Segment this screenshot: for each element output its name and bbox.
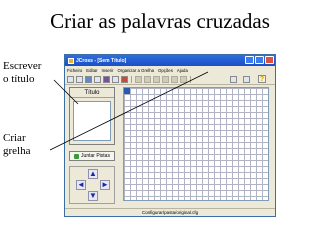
app-icon [68, 57, 74, 64]
help-icon[interactable]: ? [258, 75, 266, 83]
menu-bar: Ficheiro Editar Inserir Organizar a Grel… [65, 66, 275, 74]
menu-insert[interactable]: Inserir [102, 68, 114, 73]
web-page-icon[interactable] [103, 75, 110, 83]
annotation-line: grelha [3, 145, 31, 157]
arrow-left-button[interactable]: ◄ [76, 180, 86, 190]
annotation-write-title: Escrever o título [3, 60, 41, 86]
arrow-up-button[interactable]: ▲ [88, 169, 98, 179]
find-icon[interactable] [180, 75, 187, 83]
stop-icon[interactable] [121, 75, 128, 83]
new-file-icon[interactable] [67, 75, 74, 83]
save-icon[interactable] [85, 75, 92, 83]
window-titlebar: JCross - [Sem Título] [65, 55, 275, 66]
minimize-button[interactable] [245, 56, 254, 64]
annotation-create-grid: Criar grelha [3, 132, 30, 158]
grid-icon[interactable] [230, 75, 237, 83]
paste-icon[interactable] [171, 75, 178, 83]
toolbar-separator [190, 75, 191, 83]
config-icon[interactable] [243, 75, 250, 83]
toolbar: ? [65, 74, 275, 85]
crossword-grid[interactable] [123, 87, 269, 201]
join-clues-label: Juntar Pistas [81, 153, 110, 159]
title-box: Título [69, 87, 115, 145]
annotation-line: Criar [3, 132, 26, 144]
join-clues-button[interactable]: Juntar Pistas [69, 151, 115, 161]
cut-icon[interactable] [153, 75, 160, 83]
menu-options[interactable]: Opções [158, 68, 173, 73]
menu-help[interactable]: Ajuda [177, 68, 188, 73]
direction-pad: ▲ ◄ ► ▼ [69, 166, 115, 204]
title-label: Título [70, 88, 114, 98]
window-title: JCross - [Sem Título] [76, 57, 127, 64]
undo-icon[interactable] [135, 75, 142, 83]
print-icon[interactable] [112, 75, 119, 83]
join-icon [74, 153, 80, 159]
open-folder-icon[interactable] [76, 75, 83, 83]
close-button[interactable] [265, 56, 274, 64]
grid-cursor-cell[interactable] [124, 88, 130, 94]
menu-edit[interactable]: Editar [86, 68, 97, 73]
export-icon[interactable] [94, 75, 101, 83]
annotation-line: Escrever [3, 60, 42, 72]
maximize-button[interactable] [255, 56, 264, 64]
redo-icon[interactable] [144, 75, 151, 83]
title-input[interactable] [73, 101, 111, 141]
status-bar: Configurar/pasta/original.cfg [65, 208, 275, 216]
annotation-line: o título [3, 73, 35, 85]
menu-organize-grid[interactable]: Organizar a Grelha [117, 68, 154, 73]
menu-file[interactable]: Ficheiro [67, 68, 82, 73]
window-controls [245, 56, 274, 64]
copy-icon[interactable] [162, 75, 169, 83]
app-window: JCross - [Sem Título] Ficheiro Editar In… [64, 54, 276, 217]
arrow-right-button[interactable]: ► [100, 180, 110, 190]
slide-title: Criar as palavras cruzadas [50, 9, 270, 33]
toolbar-separator [131, 75, 132, 83]
left-panel: Título Juntar Pistas ▲ ◄ ► ▼ [69, 87, 119, 212]
arrow-down-button[interactable]: ▼ [88, 191, 98, 201]
